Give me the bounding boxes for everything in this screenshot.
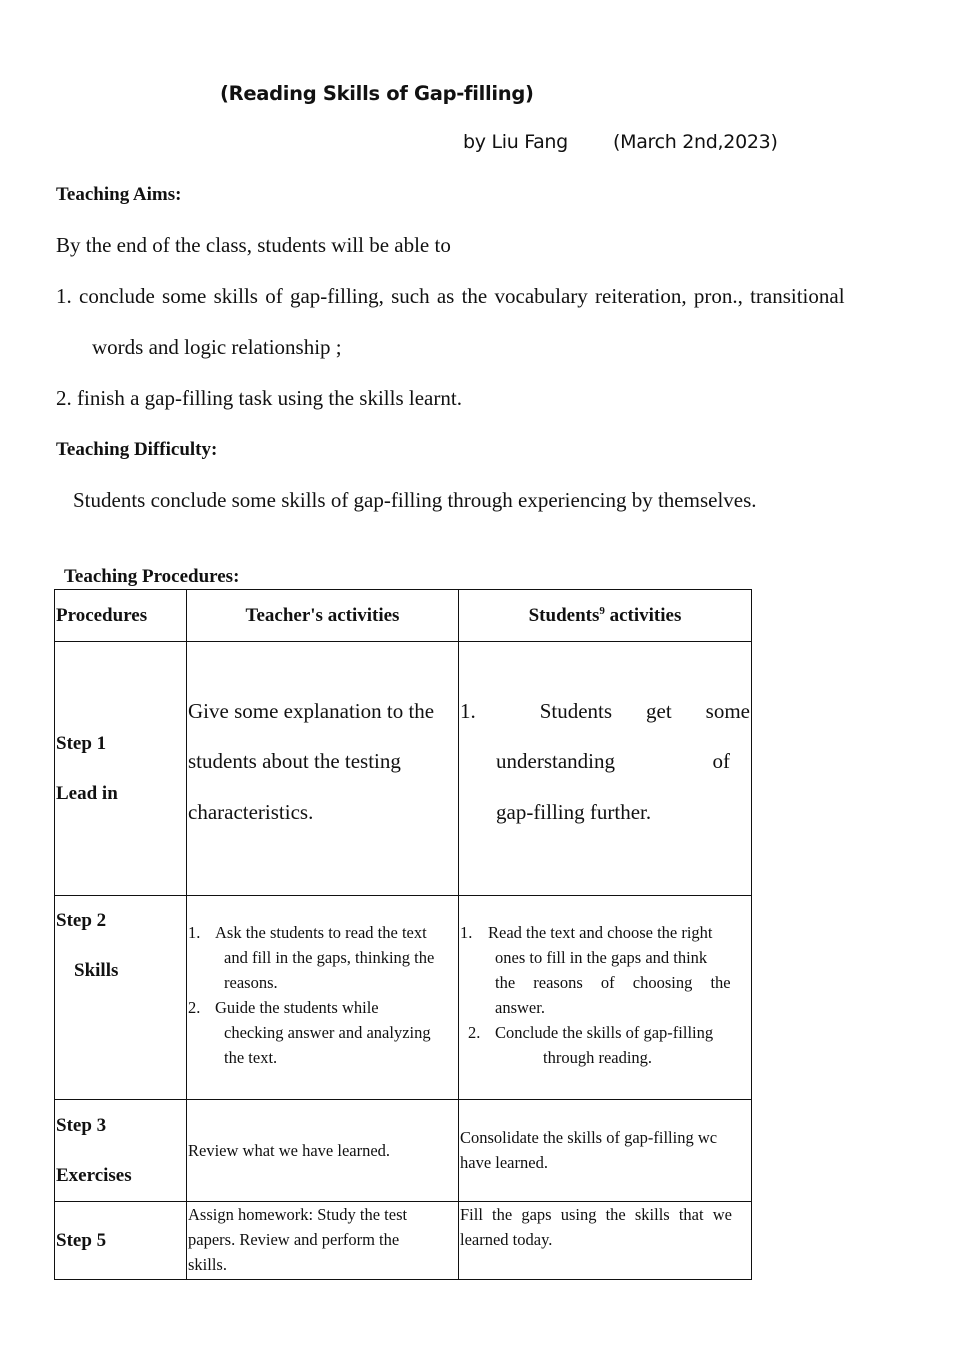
word: of (712, 749, 731, 774)
list-number: 2. (468, 1023, 481, 1042)
column-header-procedures: Procedures (54, 589, 187, 642)
list-item: 1. Read the text and choose the right one… (460, 920, 750, 1020)
activities-label: activities (604, 604, 682, 626)
teacher-activity-line: papers. Review and perform the (188, 1230, 400, 1249)
student-activity-cell: Fill the gaps using the skills that we l… (458, 1201, 752, 1280)
teaching-aim-2: 2. finish a gap-filling task using the s… (56, 386, 462, 410)
list-text: the reasons of choosing the (495, 973, 731, 992)
list-text: reasons. (224, 973, 278, 992)
table-row: Step 3 Exercises Review what we have lea… (54, 1099, 752, 1202)
step-name: Exercises (56, 1164, 132, 1186)
list-number: 1. (460, 923, 473, 942)
teaching-difficulty-heading: Teaching Difficulty: (56, 439, 218, 460)
table-header-row: Procedures Teacher's activities Students… (54, 589, 752, 642)
teacher-activity-line: Assign homework: Study the test (188, 1205, 408, 1224)
document-author: by Liu Fang (463, 131, 568, 153)
teacher-activity-text: Review what we have learned. (188, 1141, 391, 1160)
step-name: Skills (74, 960, 119, 981)
list-text: Read the text and choose the right (488, 923, 713, 942)
student-activity-cell: 1. Students get some understanding of ga… (458, 641, 752, 896)
student-activity-cell: 1. Read the text and choose the right one… (458, 895, 752, 1100)
step-cell: Step 5 (54, 1201, 187, 1280)
list-text: checking answer and analyzing (224, 1023, 431, 1042)
teacher-activity-cell: Assign homework: Study the test papers. … (186, 1201, 459, 1280)
column-header-teacher: Teacher's activities (186, 589, 459, 642)
step-cell: Step 2 Skills (54, 895, 187, 1100)
teacher-activity-line: students about the testing (188, 749, 401, 774)
list-text: answer. (495, 998, 545, 1017)
teaching-procedures-heading: Teaching Procedures: (64, 566, 240, 587)
step-number: Step 5 (56, 1229, 107, 1251)
step-name: Lead in (56, 782, 118, 804)
word: Students (539, 698, 613, 723)
teaching-difficulty-text: Students conclude some skills of gap-fil… (73, 488, 757, 512)
list-text: the text. (224, 1048, 278, 1067)
teaching-aims-intro: By the end of the class, students will b… (56, 233, 451, 257)
list-item: 1. Ask the students to read the text and … (188, 920, 457, 995)
step-number: Step 2 (56, 910, 107, 931)
students-label: Students (528, 604, 600, 626)
teaching-aim-1: 1. conclude some skills of gap-filling, … (56, 284, 845, 308)
step-number: Step 1 (56, 732, 107, 754)
teaching-aims-heading: Teaching Aims: (56, 184, 182, 205)
list-text: and fill in the gaps, thinking the (224, 948, 435, 967)
column-header-students: Students9 activities (458, 589, 752, 642)
document-date: (March 2nd,2023) (613, 131, 778, 153)
procedures-table: Procedures Teacher's activities Students… (54, 589, 752, 1280)
list-number: 1. (188, 923, 201, 942)
student-activity-line: have learned. (460, 1152, 548, 1172)
teacher-activity-line: characteristics. (188, 799, 314, 824)
student-activity-line: Consolidate the skills of gap-filling wc (460, 1127, 718, 1147)
teacher-activity-cell: 1. Ask the students to read the text and … (186, 895, 459, 1100)
student-activity-cell: Consolidate the skills of gap-filling wc… (458, 1099, 752, 1202)
table-row: Step 1 Lead in Give some explanation to … (54, 641, 752, 896)
word: get (646, 698, 672, 723)
list-text: Conclude the skills of gap-filling (495, 1023, 714, 1042)
list-item: 2. Guide the students while checking answ… (188, 995, 457, 1070)
list-item: 2. Conclude the skills of gap-filling thr… (460, 1020, 750, 1070)
list-text: Guide the students while (215, 998, 379, 1017)
teacher-activity-cell: Review what we have learned. (186, 1099, 459, 1202)
student-activity-line: learned today. (460, 1230, 553, 1249)
list-text: ones to fill in the gaps and think (495, 948, 708, 967)
word: understanding (496, 749, 615, 774)
teacher-activity-line: Give some explanation to the (188, 698, 435, 723)
step-number: Step 3 (56, 1114, 107, 1136)
list-text: Ask the students to read the text (215, 923, 427, 942)
step-cell: Step 1 Lead in (54, 641, 187, 896)
student-activity-line: Fill the gaps using the skills that we (460, 1205, 732, 1224)
step-cell: Step 3 Exercises (54, 1099, 187, 1202)
teacher-activity-line: skills. (188, 1255, 227, 1274)
list-number: 1. (460, 698, 476, 723)
word: some (705, 698, 750, 723)
table-row: Step 5 Assign homework: Study the test p… (54, 1201, 752, 1280)
student-activity-line: gap-filling further. (496, 799, 652, 824)
student-activity-line: 1. Students get some (460, 686, 750, 737)
student-activity-line: understanding of (460, 736, 750, 787)
teaching-aim-1-continued: words and logic relationship ; (92, 335, 342, 359)
table-row: Step 2 Skills 1. Ask the students to read… (54, 895, 752, 1100)
list-number: 2. (188, 998, 201, 1017)
list-text: through reading. (543, 1048, 653, 1067)
document-title: (Reading Skills of Gap-filling) (220, 82, 534, 105)
teacher-activity-cell: Give some explanation to the students ab… (186, 641, 459, 896)
